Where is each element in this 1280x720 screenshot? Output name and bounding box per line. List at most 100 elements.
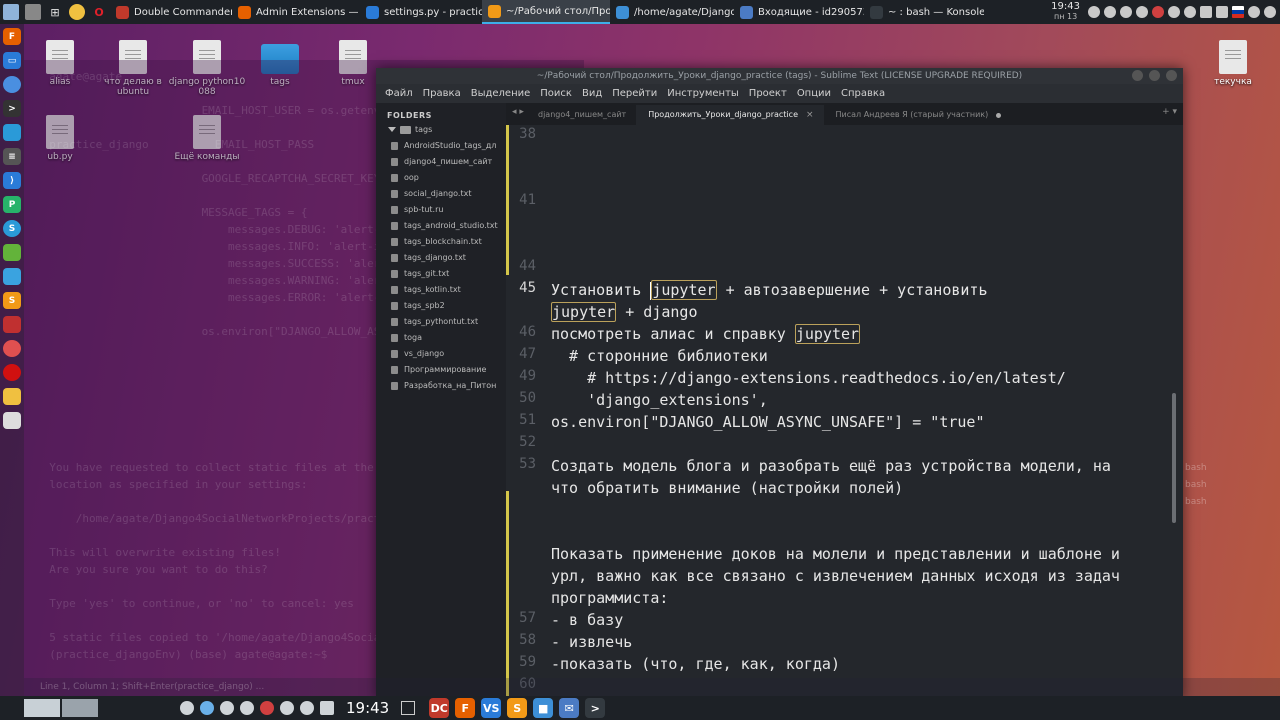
square-icon[interactable] — [401, 701, 416, 715]
file-manager-icon[interactable]: ▭ — [3, 52, 21, 69]
settings-tray-icon[interactable] — [1136, 6, 1148, 18]
editor-tab[interactable]: Писал Андреев Я (старый участник) — [824, 105, 1012, 125]
sidebar-file[interactable]: vs_django — [376, 346, 506, 362]
terminal-icon[interactable]: > — [3, 100, 21, 117]
sidebar-file[interactable]: Разработка_на_Питон — [376, 378, 506, 394]
window-titlebar[interactable]: ~/Рабочий стол/Продолжить_Уроки_django_p… — [376, 68, 1183, 84]
taskbar-task[interactable]: Double Commander — [110, 0, 232, 24]
sidebar-file[interactable]: tags_pythontut.txt — [376, 314, 506, 330]
record-icon[interactable] — [3, 364, 21, 381]
maximize-button[interactable] — [1149, 70, 1160, 81]
sublime-icon[interactable]: S — [3, 292, 21, 309]
chrome-tray-icon[interactable] — [1088, 6, 1100, 18]
cloud-icon[interactable] — [3, 268, 21, 285]
taskbar-task[interactable]: settings.py - practice_d... — [360, 0, 482, 24]
menu-item[interactable]: Перейти — [607, 88, 662, 99]
sidebar-file[interactable]: tags_kotlin.txt — [376, 282, 506, 298]
workspace-1[interactable] — [24, 699, 60, 717]
menu-item[interactable]: Выделение — [466, 88, 536, 99]
show-desktop-icon[interactable] — [3, 4, 19, 20]
sidebar-file[interactable]: tags_android_studio.txt — [376, 218, 506, 234]
minimize-button[interactable] — [1132, 70, 1143, 81]
volume-icon[interactable] — [1184, 6, 1196, 18]
vertical-scrollbar[interactable] — [1172, 163, 1177, 593]
sidebar-file[interactable]: AndroidStudio_tags_дл — [376, 138, 506, 154]
taskbar-task[interactable]: ~/Рабочий стол/Прод... — [482, 0, 610, 24]
clipboard-icon[interactable] — [1200, 6, 1212, 18]
trash-icon[interactable] — [3, 412, 21, 429]
sidebar-file[interactable]: django4_пишем_сайт — [376, 154, 506, 170]
app-grid-icon[interactable]: ⊞ — [47, 4, 63, 20]
sublime-icon[interactable]: S — [507, 698, 528, 718]
sidebar-file[interactable]: tags_django.txt — [376, 250, 506, 266]
close-icon[interactable]: × — [806, 105, 814, 125]
scrollbar-thumb[interactable] — [1172, 393, 1176, 523]
pause-tray-icon[interactable] — [1120, 6, 1132, 18]
android-icon[interactable] — [3, 244, 21, 261]
sidebar-file[interactable]: oop — [376, 170, 506, 186]
root-folder[interactable]: tags — [376, 125, 506, 138]
sidebar-file[interactable]: Программирование — [376, 362, 506, 378]
vpn-tray-icon[interactable] — [1104, 6, 1116, 18]
microphone-icon[interactable] — [1168, 6, 1180, 18]
colorful-app-icon[interactable] — [3, 316, 21, 333]
konsole-icon[interactable]: > — [585, 698, 606, 718]
menu-item[interactable]: Справка — [836, 88, 890, 99]
desktop-icon[interactable]: текучка — [1193, 40, 1273, 87]
taskbar-task[interactable]: Входящие - id290573... — [734, 0, 864, 24]
double-commander-icon[interactable]: DC — [429, 698, 450, 718]
menu-item[interactable]: Правка — [418, 88, 466, 99]
firefox-icon[interactable]: F — [455, 698, 476, 718]
vscode-icon[interactable]: VS — [481, 698, 502, 718]
sidebar-file[interactable]: tags_blockchain.txt — [376, 234, 506, 250]
notes-icon[interactable] — [3, 388, 21, 405]
battery-icon[interactable] — [1216, 6, 1228, 18]
opera-icon[interactable]: O — [91, 4, 107, 20]
chrome-icon[interactable] — [3, 76, 21, 93]
files-icon[interactable] — [3, 124, 21, 141]
editor-tab[interactable]: Продолжить_Уроки_django_practice × — [636, 105, 824, 125]
menu-item[interactable]: Опции — [792, 88, 836, 99]
clock[interactable]: 19:43 пн 13 — [1051, 2, 1080, 22]
settings-icon[interactable] — [240, 701, 254, 715]
taskbar-task[interactable]: Admin Extensions — d... — [232, 0, 360, 24]
modified-dot-icon[interactable] — [996, 112, 1002, 118]
editor[interactable]: 38 41 44 45 Установить jupyter + автозаверше… — [506, 125, 1176, 700]
skype-icon[interactable]: S — [3, 220, 21, 237]
sidebar-file[interactable]: social_django.txt — [376, 186, 506, 202]
pycharm-icon[interactable]: P — [3, 196, 21, 213]
volume-icon[interactable] — [300, 701, 314, 715]
taskbar-task[interactable]: ~ : bash — Konsole — [864, 0, 984, 24]
vscode-icon[interactable]: ⟩ — [3, 172, 21, 189]
menu-item[interactable]: Инструменты — [662, 88, 744, 99]
menu-item[interactable]: Файл — [380, 88, 418, 99]
globe-icon[interactable] — [180, 701, 194, 715]
editor-icon[interactable]: ≡ — [3, 148, 21, 165]
tray-expand-icon[interactable] — [1264, 6, 1276, 18]
mail-icon[interactable]: ✉ — [559, 698, 580, 718]
menu-item[interactable]: Вид — [577, 88, 607, 99]
workspace-grid-icon[interactable] — [25, 4, 41, 20]
menu-item[interactable]: Поиск — [535, 88, 577, 99]
menu-item[interactable]: Проект — [744, 88, 792, 99]
sidebar-file[interactable]: toga — [376, 330, 506, 346]
sidebar-file[interactable]: spb-tut.ru — [376, 202, 506, 218]
network-icon[interactable] — [1248, 6, 1260, 18]
workspace-2[interactable] — [62, 699, 98, 717]
firefox-icon[interactable]: F — [3, 28, 21, 45]
tab-nav-arrows-icon[interactable]: ◂ ▸ — [512, 107, 524, 117]
editor-tab[interactable]: django4_пишем_сайт — [526, 105, 636, 125]
messenger-icon[interactable] — [69, 4, 85, 20]
record-icon[interactable] — [260, 701, 274, 715]
clipboard-icon[interactable] — [320, 701, 334, 715]
taskbar-task[interactable]: /home/agate/DjangoP... — [610, 0, 734, 24]
vpn-icon[interactable] — [200, 701, 214, 715]
sidebar-file[interactable]: tags_spb2 — [376, 298, 506, 314]
close-button[interactable] — [1166, 70, 1177, 81]
pause-icon[interactable] — [220, 701, 234, 715]
bottom-clock[interactable]: 19:43 — [346, 699, 389, 717]
telegram-icon[interactable] — [3, 340, 21, 357]
sidebar-file[interactable]: tags_git.txt — [376, 266, 506, 282]
tab-add-icon[interactable]: + ▾ — [1162, 107, 1177, 117]
file-manager-icon[interactable]: ■ — [533, 698, 554, 718]
